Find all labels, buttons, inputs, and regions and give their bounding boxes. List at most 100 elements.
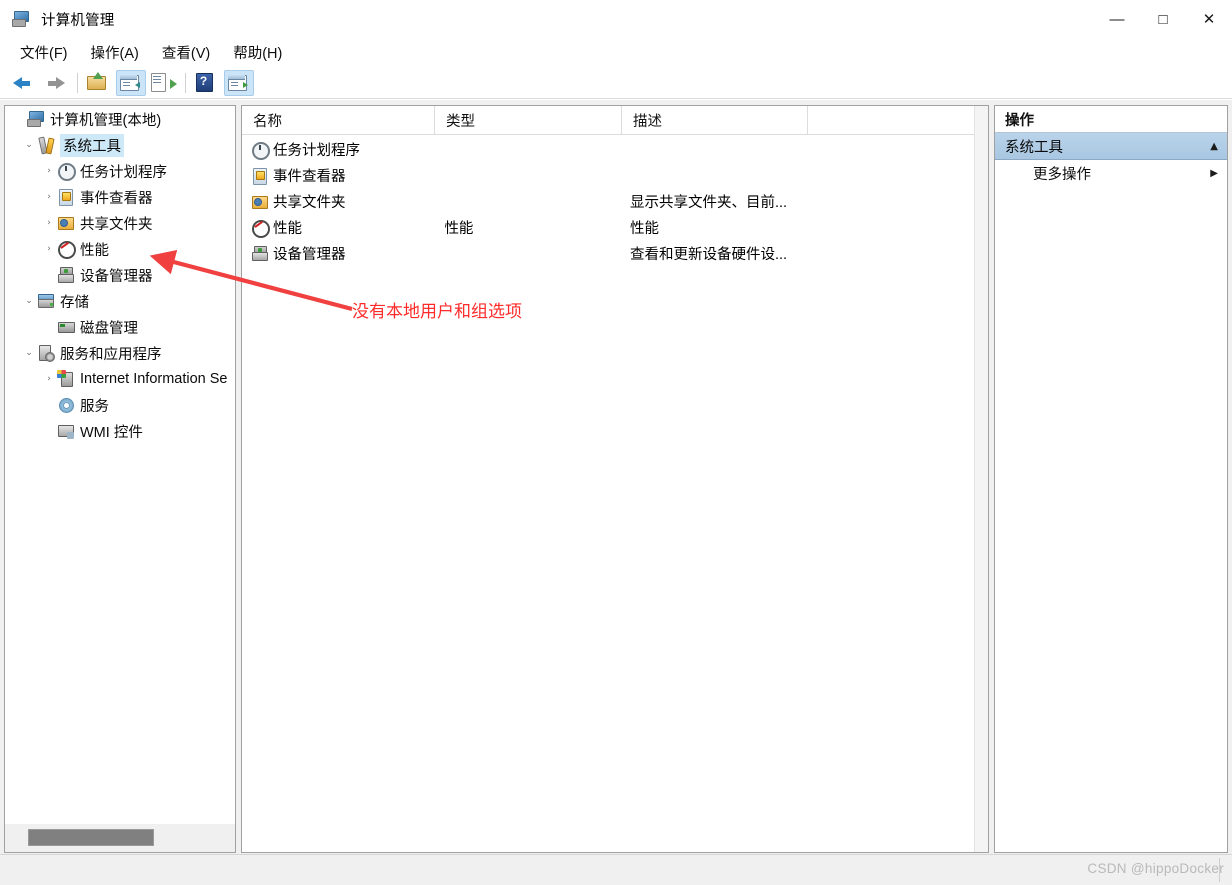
table-row[interactable]: 事件查看器 <box>242 162 976 188</box>
menu-bar: 文件(F) 操作(A) 查看(V) 帮助(H) <box>0 38 1232 67</box>
tree-item-label: 服务和应用程序 <box>60 346 162 363</box>
actions-pane: 操作 系统工具 ▲ 更多操作 ▶ <box>994 105 1228 853</box>
tree-item-services[interactable]: › 服务 <box>5 392 235 418</box>
chevron-right-icon[interactable]: › <box>41 371 57 387</box>
tree-item-shared-folders[interactable]: › 共享文件夹 <box>5 210 235 236</box>
tree-item-task-scheduler[interactable]: › 任务计划程序 <box>5 158 235 184</box>
actions-group-system-tools[interactable]: 系统工具 ▲ <box>995 133 1227 160</box>
console-tree-icon <box>117 71 145 95</box>
task-scheduler-icon <box>57 162 76 181</box>
shared-folders-icon <box>57 214 75 232</box>
list-vertical-scrollbar[interactable] <box>974 106 988 852</box>
tree-item-performance[interactable]: › 性能 <box>5 236 235 262</box>
cell-name: 性能 <box>242 217 433 238</box>
list-rows: 任务计划程序 事件查看器 共享文件夹 显示共享文件夹、目前... 性能 性能 性… <box>242 136 976 266</box>
console-tree: › 计算机管理(本地) ⌄ 系统工具 › 任务计划程序 › <box>5 106 235 824</box>
performance-icon <box>57 240 76 259</box>
device-manager-icon <box>57 266 75 284</box>
cell-description: 性能 <box>629 220 659 237</box>
export-list-icon <box>148 70 178 96</box>
window-title: 计算机管理 <box>41 12 115 29</box>
tree-item-system-tools[interactable]: ⌄ 系统工具 <box>5 132 235 158</box>
storage-icon <box>37 292 55 310</box>
tree-item-storage[interactable]: ⌄ 存储 <box>5 288 235 314</box>
tree-item-label: 系统工具 <box>60 133 124 157</box>
shared-folders-icon <box>251 193 268 210</box>
cell-name: 设备管理器 <box>242 243 433 264</box>
disk-management-icon <box>57 318 75 336</box>
column-header-type[interactable]: 类型 <box>435 106 622 134</box>
chevron-up-icon[interactable]: ▲ <box>1210 141 1218 152</box>
tree-item-event-viewer[interactable]: › 事件查看器 <box>5 184 235 210</box>
performance-icon <box>251 219 270 238</box>
table-row[interactable]: 设备管理器 查看和更新设备硬件设... <box>242 240 976 266</box>
minimize-button[interactable]: — <box>1094 0 1140 38</box>
show-hide-console-tree-button[interactable] <box>116 69 146 96</box>
task-scheduler-icon <box>251 141 270 160</box>
tree-item-label: 设备管理器 <box>80 268 153 285</box>
services-and-applications-icon <box>37 344 55 362</box>
tree-item-wmi-control[interactable]: › WMI 控件 <box>5 418 235 444</box>
tree-horizontal-scrollbar[interactable] <box>5 823 235 852</box>
chevron-right-icon[interactable]: › <box>41 163 57 179</box>
column-header-name[interactable]: 名称 <box>242 106 435 134</box>
toolbar-separator-2 <box>185 72 186 93</box>
event-viewer-icon <box>57 188 75 206</box>
tree-item-label: 事件查看器 <box>80 190 153 207</box>
tree-item-computer-management[interactable]: › 计算机管理(本地) <box>5 106 235 132</box>
list-column-headers: 名称 类型 描述 <box>242 106 976 135</box>
chevron-right-icon: ▶ <box>1210 168 1218 179</box>
annotation-text: 没有本地用户和组选项 <box>352 302 522 321</box>
tree-item-label: 存储 <box>60 294 89 311</box>
iis-icon <box>57 370 75 388</box>
cell-name: 事件查看器 <box>242 165 433 186</box>
folder-up-icon <box>84 70 114 96</box>
tree-item-disk-management[interactable]: › 磁盘管理 <box>5 314 235 340</box>
actions-group-label: 系统工具 <box>1005 139 1063 156</box>
tree-item-device-manager[interactable]: › 设备管理器 <box>5 262 235 288</box>
computer-management-window: 计算机管理 — □ ✕ 文件(F) 操作(A) 查看(V) 帮助(H) ? 计算… <box>0 0 1232 885</box>
export-list-button[interactable] <box>148 70 178 96</box>
forward-button[interactable] <box>40 70 70 96</box>
cell-name-text: 共享文件夹 <box>273 194 346 211</box>
tree-item-iis[interactable]: › Internet Information Se <box>5 366 235 392</box>
back-button[interactable] <box>8 70 38 96</box>
column-header-blank[interactable] <box>808 106 976 134</box>
chevron-right-icon[interactable]: › <box>41 189 57 205</box>
cell-description: 查看和更新设备硬件设... <box>629 246 788 263</box>
chevron-right-icon[interactable]: › <box>41 241 57 257</box>
chevron-down-icon[interactable]: ⌄ <box>21 137 37 153</box>
column-header-description[interactable]: 描述 <box>622 106 808 134</box>
show-hide-action-pane-button[interactable] <box>224 69 254 96</box>
tree-item-label: 任务计划程序 <box>80 164 167 181</box>
menu-action[interactable]: 操作(A) <box>82 39 148 67</box>
table-row[interactable]: 任务计划程序 <box>242 136 976 162</box>
up-one-level-button[interactable] <box>84 70 114 96</box>
chevron-right-icon[interactable]: › <box>41 215 57 231</box>
tree-item-label: 共享文件夹 <box>80 216 153 233</box>
computer-management-icon <box>12 10 32 28</box>
tree-item-label: 磁盘管理 <box>80 320 138 337</box>
cell-name-text: 事件查看器 <box>273 168 346 185</box>
tree-item-label: 服务 <box>80 398 109 415</box>
tree-item-label: 性能 <box>80 242 109 259</box>
close-button[interactable]: ✕ <box>1186 0 1232 38</box>
console-tree-pane: › 计算机管理(本地) ⌄ 系统工具 › 任务计划程序 › <box>4 105 236 853</box>
action-item-more-actions[interactable]: 更多操作 ▶ <box>995 160 1227 187</box>
table-row[interactable]: 性能 性能 性能 <box>242 214 976 240</box>
scrollbar-thumb[interactable] <box>28 829 154 846</box>
help-button[interactable]: ? <box>192 70 222 96</box>
cell-name-text: 性能 <box>273 220 302 237</box>
tree-item-services-and-applications[interactable]: ⌄ 服务和应用程序 <box>5 340 235 366</box>
toolbar-separator-1 <box>77 72 78 93</box>
chevron-down-icon[interactable]: ⌄ <box>21 293 37 309</box>
device-manager-icon <box>251 245 268 262</box>
menu-file[interactable]: 文件(F) <box>11 39 77 67</box>
menu-view[interactable]: 查看(V) <box>153 39 219 67</box>
status-bar: CSDN @hippoDocker <box>0 854 1232 885</box>
chevron-down-icon[interactable]: ⌄ <box>21 345 37 361</box>
computer-management-icon <box>27 110 45 128</box>
table-row[interactable]: 共享文件夹 显示共享文件夹、目前... <box>242 188 976 214</box>
maximize-button[interactable]: □ <box>1140 0 1186 38</box>
menu-help[interactable]: 帮助(H) <box>224 39 291 67</box>
